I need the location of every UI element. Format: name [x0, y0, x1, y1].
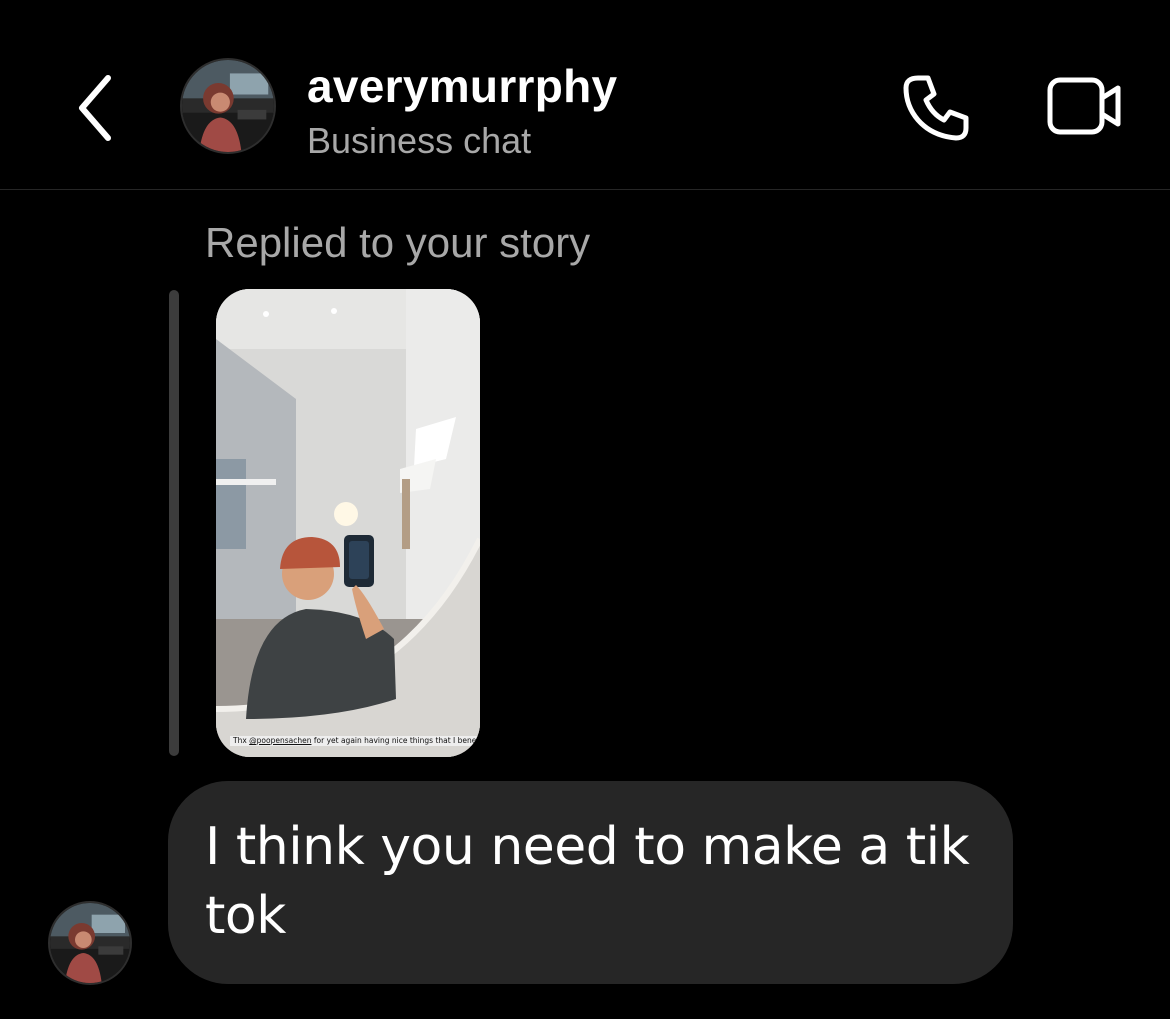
- chat-subtitle: Business chat: [307, 120, 532, 161]
- profile-photo: [182, 60, 274, 152]
- profile-photo: [50, 903, 130, 983]
- story-caption-prefix: Thx: [233, 736, 250, 745]
- back-button[interactable]: [70, 68, 120, 148]
- message-text: I think you need to make a tik tok: [205, 817, 970, 946]
- chevron-left-icon: [79, 75, 111, 141]
- video-camera-icon: [1047, 77, 1121, 135]
- phone-icon: [903, 75, 969, 141]
- sender-avatar[interactable]: [48, 901, 132, 985]
- story-caption: Thx @poopensachen for yet again having n…: [230, 736, 480, 746]
- reply-label: Replied to your story: [205, 219, 591, 266]
- reply-indicator-bar: [169, 290, 179, 756]
- story-caption-suffix: for yet again having nice things that I …: [313, 736, 480, 745]
- chat-header: averymurrphy Business chat: [0, 0, 1170, 190]
- story-thumbnail[interactable]: Thx @poopensachen for yet again having n…: [216, 289, 480, 757]
- video-call-button[interactable]: [1040, 68, 1130, 148]
- story-caption-handle: @poopensachen: [249, 736, 312, 745]
- story-image: [216, 289, 480, 757]
- chat-username[interactable]: averymurrphy: [307, 58, 617, 114]
- message-bubble[interactable]: I think you need to make a tik tok: [168, 781, 1013, 984]
- avatar[interactable]: [180, 58, 276, 154]
- call-button[interactable]: [896, 68, 976, 148]
